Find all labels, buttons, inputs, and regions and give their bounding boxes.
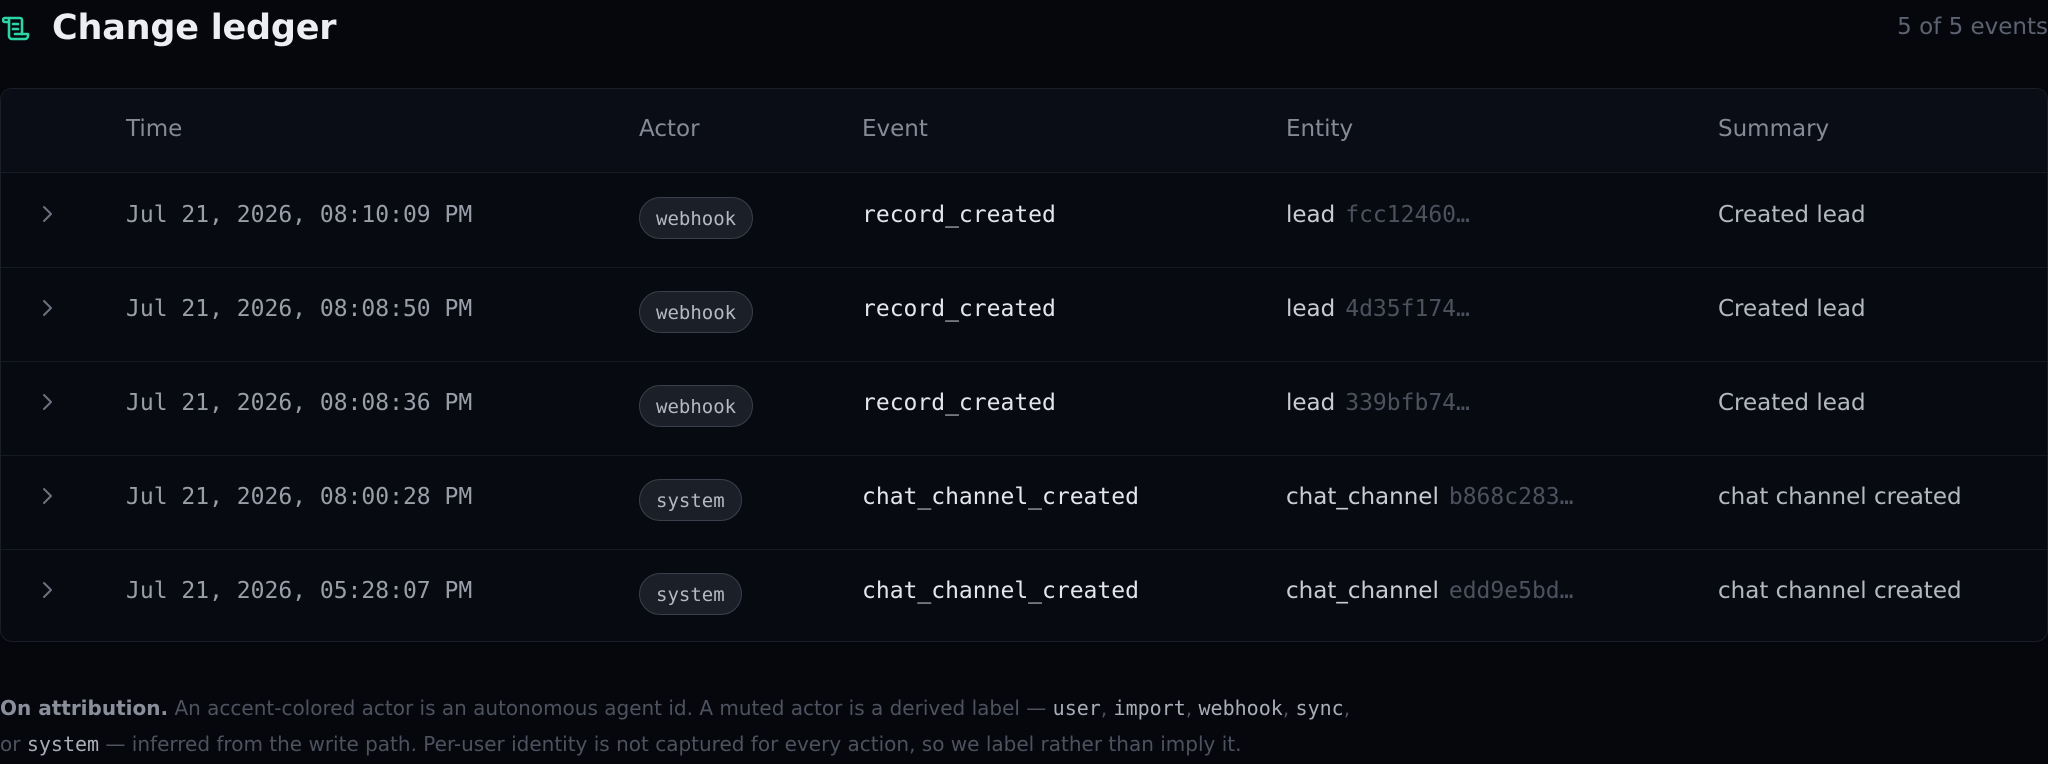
chevron-right-icon[interactable] <box>39 485 57 507</box>
actor-badge: webhook <box>639 385 754 427</box>
row-entity: lead fcc12460… <box>1286 202 1470 228</box>
row-summary: Created lead <box>1718 202 1866 228</box>
actor-badge: webhook <box>639 197 754 239</box>
row-time: Jul 21, 2026, 08:10:09 PM <box>126 202 473 228</box>
row-entity: chat_channel edd9e5bd… <box>1286 578 1573 604</box>
label-sync: sync <box>1295 696 1344 720</box>
actor-badge: system <box>639 479 742 521</box>
row-entity: lead 4d35f174… <box>1286 296 1470 322</box>
row-event: chat_channel_created <box>862 484 1139 510</box>
row-summary: Created lead <box>1718 296 1866 322</box>
column-header-time[interactable]: Time <box>126 116 182 142</box>
separator: , <box>1185 696 1199 720</box>
row-time: Jul 21, 2026, 05:28:07 PM <box>126 578 473 604</box>
chevron-right-icon[interactable] <box>39 579 57 601</box>
table-row[interactable]: Jul 21, 2026, 08:08:50 PM webhook record… <box>1 267 2047 362</box>
column-header-summary[interactable]: Summary <box>1718 116 1829 142</box>
entity-type: chat_channel <box>1286 484 1439 510</box>
attribution-note-text: — inferred from the write path. Per-user… <box>99 732 1242 756</box>
row-time: Jul 21, 2026, 08:08:50 PM <box>126 296 473 322</box>
row-event: record_created <box>862 390 1056 416</box>
actor-badge: system <box>639 573 742 615</box>
entity-id: 339bfb74… <box>1345 390 1470 416</box>
row-entity: lead 339bfb74… <box>1286 390 1470 416</box>
ledger-table: Time Actor Event Entity Summary Jul 21, … <box>0 88 2048 642</box>
separator: , <box>1343 696 1351 720</box>
row-time: Jul 21, 2026, 08:08:36 PM <box>126 390 473 416</box>
separator: , <box>1282 696 1296 720</box>
attribution-note-text: An accent-colored actor is an autonomous… <box>168 696 1053 720</box>
row-entity: chat_channel b868c283… <box>1286 484 1573 510</box>
attribution-note-text: or <box>0 732 27 756</box>
entity-id: b868c283… <box>1448 484 1574 510</box>
chevron-right-icon[interactable] <box>39 297 57 319</box>
attribution-note-lead: On attribution. <box>0 696 169 720</box>
label-import: import <box>1113 696 1186 720</box>
row-event: record_created <box>862 296 1056 322</box>
label-webhook: webhook <box>1198 696 1283 720</box>
entity-id: edd9e5bd… <box>1448 578 1574 604</box>
entity-type: lead <box>1286 296 1336 322</box>
chevron-right-icon[interactable] <box>39 203 57 225</box>
column-header-event[interactable]: Event <box>862 116 928 142</box>
row-summary: Created lead <box>1718 390 1866 416</box>
row-summary: chat channel created <box>1718 484 1962 510</box>
page-header: Change ledger 5 of 5 events <box>0 0 2048 56</box>
column-header-entity[interactable]: Entity <box>1286 116 1353 142</box>
attribution-note: On attribution. An accent-colored actor … <box>0 690 1400 762</box>
entity-id: fcc12460… <box>1345 202 1470 228</box>
actor-badge: webhook <box>639 291 754 333</box>
entity-type: chat_channel <box>1286 578 1439 604</box>
event-count: 5 of 5 events <box>1897 14 2048 40</box>
row-event: chat_channel_created <box>862 578 1139 604</box>
column-header-actor[interactable]: Actor <box>639 116 700 142</box>
entity-id: 4d35f174… <box>1345 296 1470 322</box>
table-row[interactable]: Jul 21, 2026, 08:08:36 PM webhook record… <box>1 361 2047 456</box>
row-event: record_created <box>862 202 1056 228</box>
entity-type: lead <box>1286 202 1336 228</box>
table-row[interactable]: Jul 21, 2026, 05:28:07 PM system chat_ch… <box>1 549 2047 641</box>
row-summary: chat channel created <box>1718 578 1962 604</box>
table-header: Time Actor Event Entity Summary <box>1 89 2047 173</box>
entity-type: lead <box>1286 390 1336 416</box>
table-row[interactable]: Jul 21, 2026, 08:10:09 PM webhook record… <box>1 173 2047 268</box>
table-row[interactable]: Jul 21, 2026, 08:00:28 PM system chat_ch… <box>1 455 2047 550</box>
scroll-icon <box>2 16 30 41</box>
label-system: system <box>26 732 100 756</box>
page-title: Change ledger <box>52 8 337 48</box>
label-user: user <box>1052 696 1101 720</box>
chevron-right-icon[interactable] <box>39 391 57 413</box>
separator: , <box>1100 696 1114 720</box>
row-time: Jul 21, 2026, 08:00:28 PM <box>126 484 473 510</box>
